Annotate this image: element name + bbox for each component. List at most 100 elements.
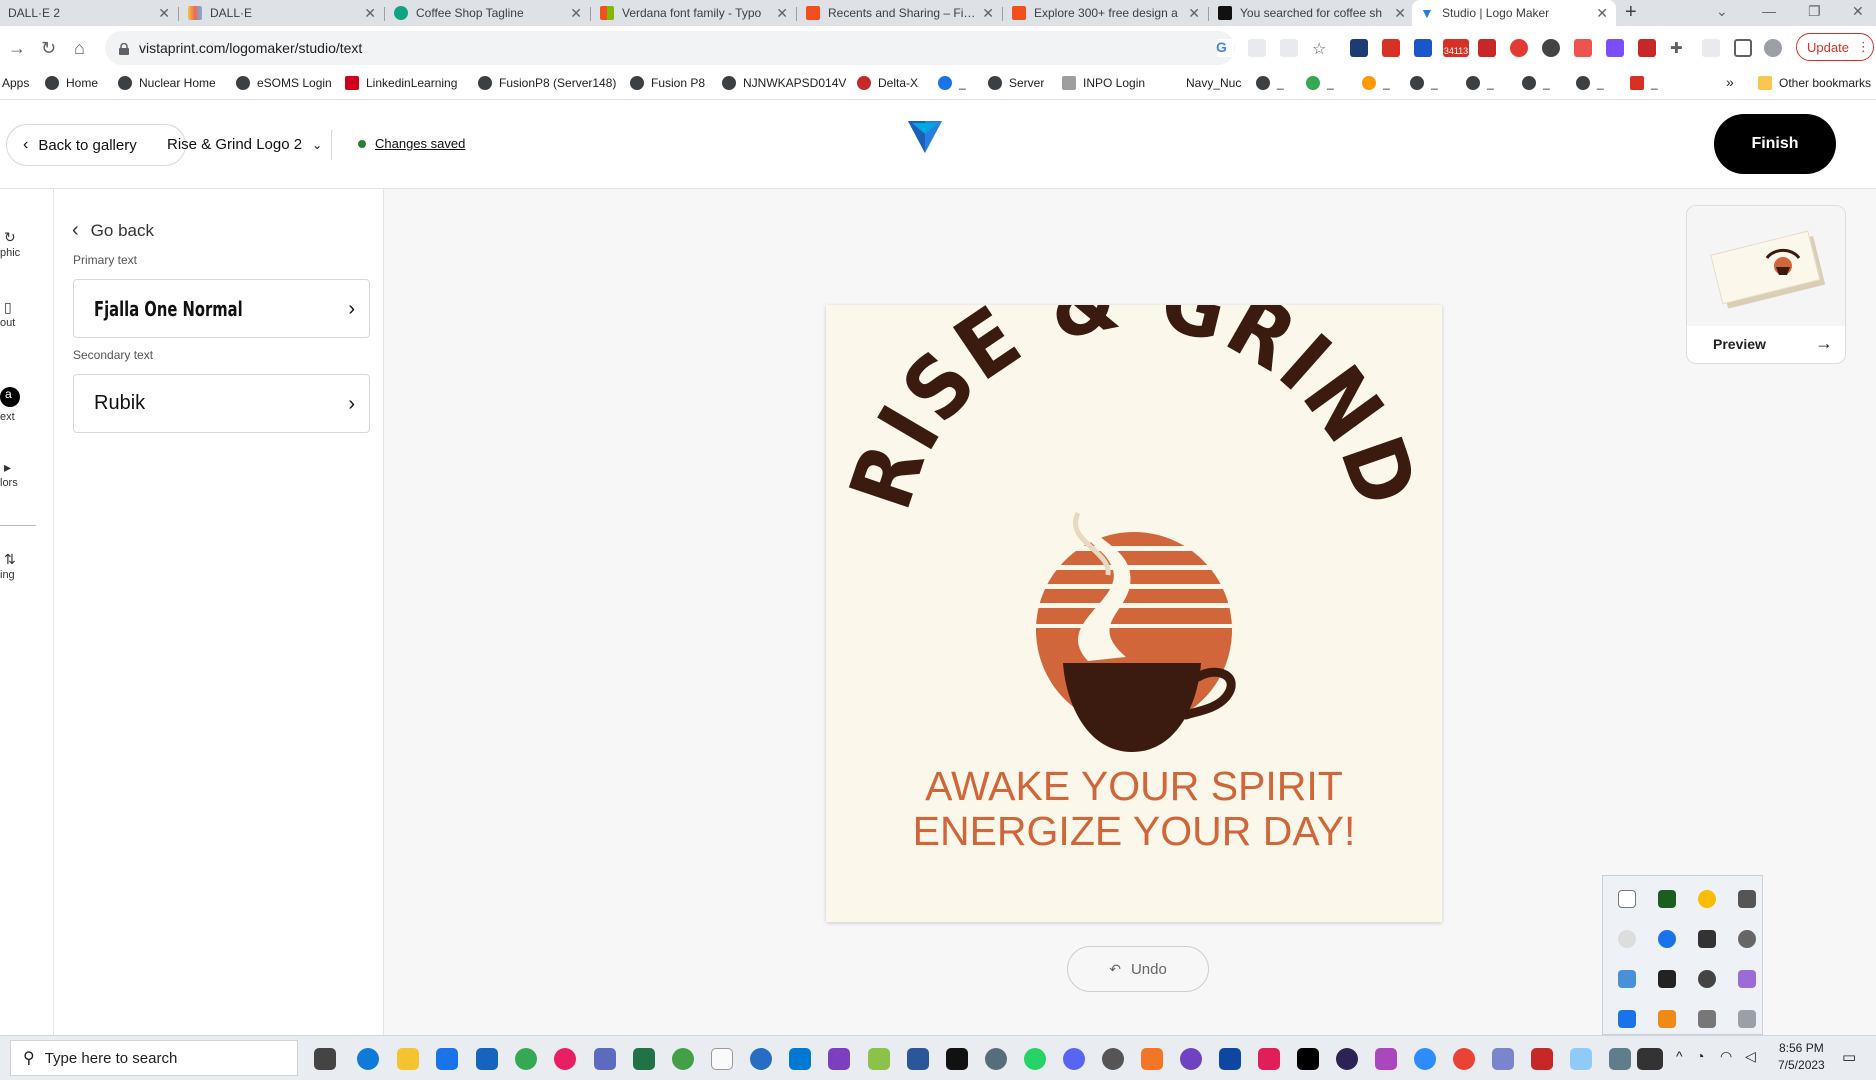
- taskbar-clock[interactable]: 8:56 PM 7/5/2023: [1778, 1040, 1825, 1074]
- close-window-icon[interactable]: ✕: [1852, 3, 1864, 20]
- browser-tab-active[interactable]: ▼ Studio | Logo Maker ✕: [1412, 0, 1616, 26]
- side-panel-icon[interactable]: [1734, 39, 1752, 57]
- logo-title-text[interactable]: RISE & GRIND: [831, 248, 1437, 521]
- tray-overflow-chevron-icon[interactable]: ^: [1676, 1048, 1698, 1070]
- slack-icon[interactable]: [1258, 1048, 1280, 1070]
- extension-icon[interactable]: [1606, 39, 1624, 57]
- bookmark-item[interactable]: Fusion P8: [630, 76, 705, 90]
- discord-icon[interactable]: [1063, 1048, 1085, 1070]
- extension-icon[interactable]: [1638, 39, 1656, 57]
- profile-avatar-icon[interactable]: [1764, 39, 1782, 57]
- logo-tagline-line2[interactable]: ENERGIZE YOUR DAY!: [913, 808, 1356, 854]
- shield-icon[interactable]: [1618, 1010, 1636, 1028]
- pocket-icon[interactable]: [1574, 39, 1592, 57]
- other-bookmarks[interactable]: Other bookmarks: [1758, 76, 1871, 90]
- reload-icon[interactable]: ↻: [41, 38, 56, 59]
- finish-button[interactable]: Finish: [1714, 114, 1836, 174]
- logo-tagline-line1[interactable]: AWAKE YOUR SPIRIT: [925, 763, 1343, 809]
- bookmark-item[interactable]: Home: [45, 76, 98, 90]
- zoom-icon[interactable]: [1414, 1048, 1436, 1070]
- logo-name-dropdown[interactable]: Rise & Grind Logo 2 ⌄: [167, 136, 322, 153]
- nvidia-icon[interactable]: [1658, 890, 1676, 908]
- app-icon[interactable]: [1492, 1048, 1514, 1070]
- address-bar[interactable]: vistaprint.com/logomaker/studio/text: [105, 31, 1235, 65]
- r-icon[interactable]: [750, 1048, 772, 1070]
- vistaprint-logo-icon[interactable]: [908, 121, 942, 158]
- close-tab-icon[interactable]: ✕: [982, 5, 994, 22]
- tab-search-icon[interactable]: ⌄: [1716, 3, 1728, 20]
- preview-card[interactable]: Preview →: [1686, 205, 1846, 364]
- bookmark-item[interactable]: _: [1362, 76, 1390, 90]
- wifi-icon[interactable]: ◠: [1720, 1048, 1742, 1070]
- extension-icon[interactable]: [1542, 39, 1560, 57]
- download-icon[interactable]: [1248, 39, 1266, 57]
- home-icon[interactable]: ⌂: [74, 38, 85, 59]
- extension-icon[interactable]: [1350, 39, 1368, 57]
- puzzle-extensions-icon[interactable]: ✚: [1670, 39, 1688, 57]
- browser-tab[interactable]: Coffee Shop Tagline ✕: [386, 0, 590, 26]
- eye-icon[interactable]: [1698, 970, 1716, 988]
- app-icon[interactable]: [554, 1048, 576, 1070]
- task-view-icon[interactable]: [314, 1048, 336, 1070]
- chrome-profile-icon[interactable]: [1453, 1048, 1475, 1070]
- volume-icon[interactable]: ◁: [1745, 1048, 1767, 1070]
- close-tab-icon[interactable]: ✕: [158, 5, 170, 22]
- bookmarks-overflow-icon[interactable]: »: [1726, 74, 1734, 90]
- back-to-gallery-button[interactable]: ‹ Back to gallery: [6, 124, 186, 166]
- reading-list-icon[interactable]: [1702, 39, 1720, 57]
- store-icon[interactable]: [436, 1048, 458, 1070]
- update-button[interactable]: Update ⋮: [1796, 33, 1874, 61]
- notepad-icon[interactable]: [711, 1048, 733, 1070]
- close-tab-icon[interactable]: ✕: [1596, 5, 1608, 22]
- google-icon[interactable]: G: [1216, 39, 1234, 57]
- mail-icon[interactable]: [476, 1048, 498, 1070]
- bookmark-item[interactable]: Navy_Nuc: [1186, 76, 1241, 90]
- minimize-icon[interactable]: —: [1762, 3, 1776, 19]
- bookmark-apps[interactable]: Apps: [2, 76, 29, 90]
- save-status[interactable]: Changes saved: [358, 136, 465, 151]
- app-icon[interactable]: [1570, 1048, 1592, 1070]
- close-tab-icon[interactable]: ✕: [364, 5, 376, 22]
- bookmark-star-icon[interactable]: ☆: [1312, 39, 1330, 58]
- bookmark-item[interactable]: Server: [988, 76, 1044, 90]
- rail-item-layout[interactable]: ▯ out: [0, 299, 50, 329]
- extension-icon[interactable]: [1414, 39, 1432, 57]
- network-icon[interactable]: ◔: [1696, 1048, 1718, 1070]
- word-icon[interactable]: [907, 1048, 929, 1070]
- app-icon[interactable]: [672, 1048, 694, 1070]
- cloud-icon[interactable]: [1738, 930, 1756, 948]
- bookmark-item[interactable]: _: [1522, 76, 1550, 90]
- browser-tab[interactable]: DALL·E 2 ✕: [0, 0, 178, 26]
- browser-tab[interactable]: DALL·E ✕: [180, 0, 384, 26]
- primary-font-selector[interactable]: Fjalla One Normal ›: [73, 279, 370, 338]
- settings-icon[interactable]: [1102, 1048, 1124, 1070]
- file-explorer-icon[interactable]: [397, 1048, 419, 1070]
- browser-tab[interactable]: Explore 300+ free design a ✕: [1004, 0, 1208, 26]
- bookmark-item[interactable]: _: [1306, 76, 1334, 90]
- controller-icon[interactable]: [1698, 1010, 1716, 1028]
- zoom-icon[interactable]: [1658, 930, 1676, 948]
- bookmark-item[interactable]: _: [938, 76, 966, 90]
- app-icon[interactable]: [1180, 1048, 1202, 1070]
- bookmark-item[interactable]: eSOMS Login: [236, 76, 332, 90]
- bookmark-item[interactable]: FusionP8 (Server148): [478, 76, 616, 90]
- bookmark-item[interactable]: _: [1410, 76, 1438, 90]
- extension-icon[interactable]: [1382, 39, 1400, 57]
- extension-badge-icon[interactable]: 34113: [1443, 39, 1469, 57]
- new-tab-button[interactable]: +: [1625, 1, 1637, 24]
- chrome-icon[interactable]: [1698, 890, 1716, 908]
- mcafee-icon[interactable]: [1531, 1048, 1553, 1070]
- close-tab-icon[interactable]: ✕: [776, 5, 788, 22]
- logo-artboard[interactable]: RISE & GRIND AWAKE YOUR SPIRIT ENERGIZE …: [826, 248, 1442, 922]
- pycharm-icon[interactable]: [1297, 1048, 1319, 1070]
- browser-tab[interactable]: Recents and Sharing – Figm ✕: [798, 0, 1002, 26]
- restore-icon[interactable]: ❐: [1808, 3, 1821, 20]
- bookmark-item[interactable]: Nuclear Home: [118, 76, 216, 90]
- 7zip-icon[interactable]: [1637, 1048, 1663, 1070]
- bookmark-item[interactable]: NJNWKAPSD014V: [722, 76, 846, 90]
- bookmark-item[interactable]: _: [1256, 76, 1284, 90]
- extension-icon[interactable]: [1510, 39, 1528, 57]
- bookmark-item[interactable]: INPO Login: [1062, 76, 1145, 90]
- app-icon[interactable]: [594, 1048, 616, 1070]
- rail-item-text[interactable]: a ext: [0, 387, 50, 423]
